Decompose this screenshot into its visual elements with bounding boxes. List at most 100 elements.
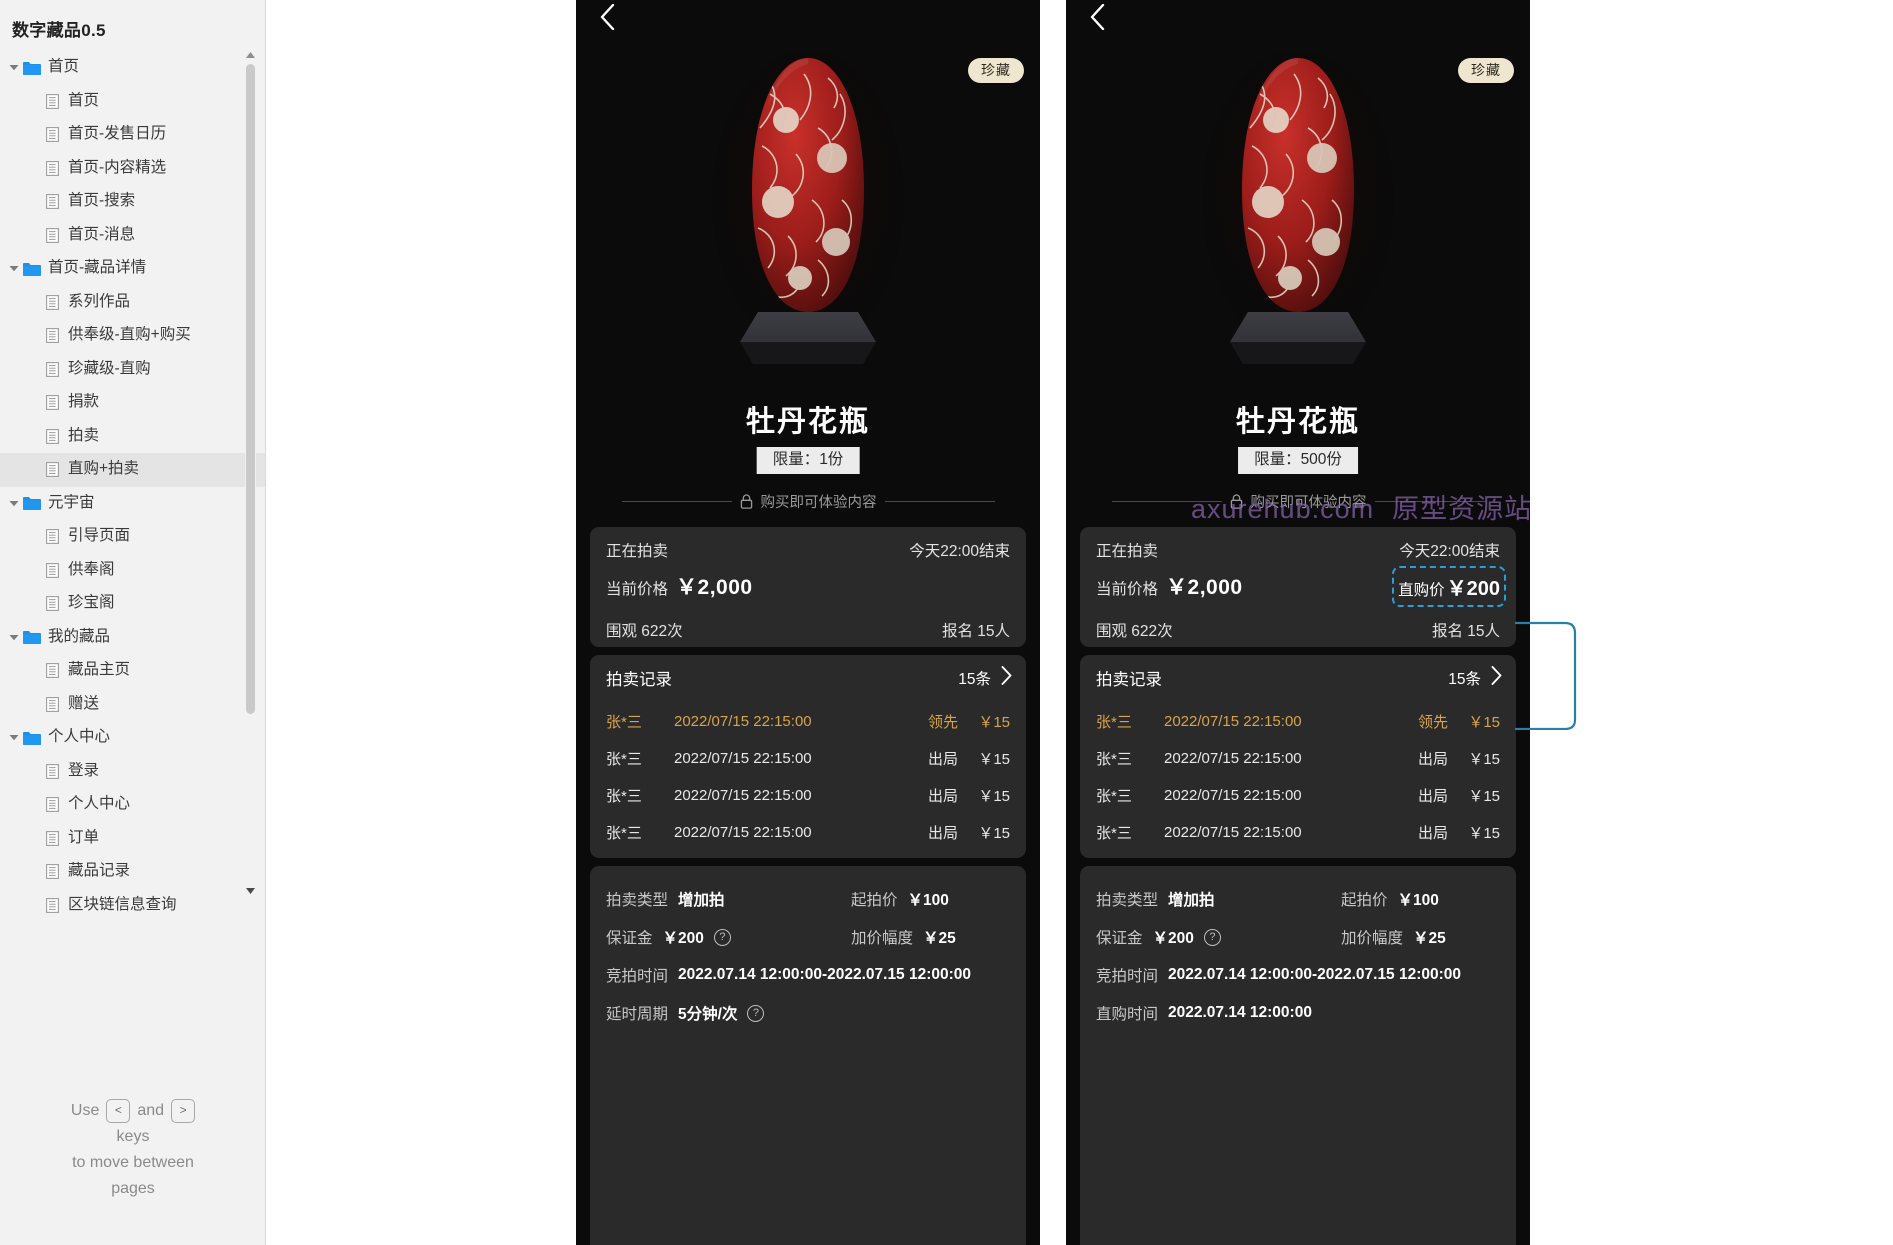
tree-item-首页-发售日历[interactable]: 首页-发售日历 <box>0 118 265 152</box>
page-icon <box>44 663 60 679</box>
increment-value: ￥25 <box>1413 930 1446 947</box>
chevron-right-icon[interactable] <box>1491 666 1502 690</box>
question-circle-icon[interactable]: ? <box>713 928 731 946</box>
tree-item-元宇宙[interactable]: 元宇宙 <box>0 487 265 521</box>
tree-item-label: 首页 <box>68 91 100 109</box>
tree-item-个人中心[interactable]: 个人中心 <box>0 721 265 755</box>
tree-item-label: 供奉阁 <box>68 560 115 578</box>
back-button[interactable] <box>1082 0 1112 34</box>
auction-records-card[interactable]: 拍卖记录 15条 张*三 2022/07/15 22:15:00 领先 ￥15 … <box>590 655 1026 858</box>
prev-page-key[interactable]: < <box>106 1099 131 1123</box>
page-icon <box>44 160 60 176</box>
divider-right <box>1374 500 1485 502</box>
record-user: 张*三 <box>606 825 642 842</box>
record-status: 出局 <box>1417 825 1448 842</box>
next-page-key-label: > <box>179 1103 187 1117</box>
buy-now-price[interactable]: 直购价 ￥200 <box>1392 565 1506 607</box>
record-user: 张*三 <box>1096 714 1132 731</box>
tree-item-label: 首页-搜索 <box>68 192 136 209</box>
tree-item-label: 订单 <box>68 828 100 846</box>
tree-item-label: 捐款 <box>68 393 100 410</box>
record-time: 2022/07/15 22:15:00 <box>1164 750 1302 767</box>
record-user: 张*三 <box>1096 788 1132 805</box>
chevron-down-icon[interactable] <box>6 634 22 641</box>
scroll-up-icon[interactable] <box>244 48 257 61</box>
divider-left <box>621 500 732 502</box>
hint-and-text: and <box>137 1102 165 1119</box>
auction-records-card[interactable]: 拍卖记录 15条 张*三 2022/07/15 22:15:00 领先 ￥15 … <box>1080 655 1516 858</box>
chevron-right-icon[interactable] <box>1001 666 1012 690</box>
back-button[interactable] <box>592 0 622 34</box>
tree-item-藏品记录[interactable]: 藏品记录 <box>0 855 265 889</box>
tree-item-首页-消息[interactable]: 首页-消息 <box>0 219 265 253</box>
tree-item-我的藏品[interactable]: 我的藏品 <box>0 621 265 655</box>
record-status: 出局 <box>927 788 958 805</box>
tree-item-直购+拍卖[interactable]: 直购+拍卖 <box>0 453 265 487</box>
page-icon <box>44 194 60 210</box>
auction-record-row: 张*三 2022/07/15 22:15:00 出局 ￥15 <box>606 814 1010 851</box>
auction-record-row: 张*三 2022/07/15 22:15:00 出局 ￥15 <box>606 740 1010 777</box>
record-time: 2022/07/15 22:15:00 <box>1164 824 1302 841</box>
record-user: 张*三 <box>1096 825 1132 842</box>
tree-item-label: 供奉级-直购+购买 <box>68 326 191 343</box>
tree-item-珍藏级-直购[interactable]: 珍藏级-直购 <box>0 353 265 387</box>
next-page-key[interactable]: > <box>171 1099 196 1123</box>
tree-item-登录[interactable]: 登录 <box>0 755 265 789</box>
sidebar-scroll-thumb[interactable] <box>246 64 255 714</box>
scroll-down-icon[interactable] <box>244 884 257 897</box>
tree-item-label: 我的藏品 <box>48 627 111 645</box>
tree-item-label: 引导页面 <box>68 527 131 544</box>
tree-item-label: 首页 <box>48 58 80 75</box>
buy-now-value: ￥200 <box>1446 577 1500 600</box>
tree-item-赠送[interactable]: 赠送 <box>0 688 265 722</box>
experience-note-row: 购买即可体验内容 <box>576 488 1040 514</box>
sidebar: 数字藏品0.5 首页 首页 首页-发售日历 首页-内容精选 首页-搜索 首页-消息 首页-藏… <box>0 0 266 1245</box>
chevron-down-icon[interactable] <box>6 64 22 71</box>
tree-item-label: 拍卖 <box>68 426 100 444</box>
page-icon <box>44 93 60 109</box>
chevron-down-icon[interactable] <box>6 265 22 272</box>
tree-item-个人中心[interactable]: 个人中心 <box>0 788 265 822</box>
tree-item-label: 区块链信息查询 <box>68 895 177 913</box>
tree-item-捐款[interactable]: 捐款 <box>0 386 265 420</box>
page-title: 牡丹花瓶 <box>745 406 870 438</box>
tree-item-首页-内容精选[interactable]: 首页-内容精选 <box>0 152 265 186</box>
tree-item-珍宝阁[interactable]: 珍宝阁 <box>0 587 265 621</box>
page-icon <box>44 227 60 243</box>
page-icon <box>44 562 60 578</box>
page-icon <box>44 361 60 377</box>
start-price-label: 起拍价 <box>1341 892 1388 909</box>
folder-icon <box>22 262 42 276</box>
tree-item-label: 首页-消息 <box>68 225 136 243</box>
tree-item-label: 首页-内容精选 <box>68 158 167 176</box>
page-tree[interactable]: 首页 首页 首页-发售日历 首页-内容精选 首页-搜索 首页-消息 首页-藏品详情 系列作品供… <box>0 51 265 922</box>
sidebar-title: 数字藏品0.5 <box>12 21 106 40</box>
tree-item-label: 个人中心 <box>48 728 111 745</box>
tree-item-label: 系列作品 <box>68 292 131 310</box>
chevron-down-icon[interactable] <box>6 500 22 507</box>
record-amount: ￥15 <box>978 788 1010 805</box>
tree-item-首页[interactable]: 首页 <box>0 85 265 119</box>
tree-item-拍卖[interactable]: 拍卖 <box>0 420 265 454</box>
deposit-value: ￥200 <box>662 930 704 947</box>
record-user: 张*三 <box>606 751 642 768</box>
last-row-value: 5分钟/次 <box>678 1006 738 1023</box>
tree-item-首页-搜索[interactable]: 首页-搜索 <box>0 185 265 219</box>
question-circle-icon[interactable]: ? <box>1203 928 1221 946</box>
tree-item-引导页面[interactable]: 引导页面 <box>0 520 265 554</box>
tree-item-首页-藏品详情[interactable]: 首页-藏品详情 <box>0 252 265 286</box>
auction-detail-card: 拍卖类型 增加拍 起拍价 ￥100 保证金 ￥200 ? 加价幅度 ￥25 竞拍… <box>1080 866 1516 1245</box>
tree-item-订单[interactable]: 订单 <box>0 822 265 856</box>
auction-state-label: 正在拍卖 <box>606 543 669 560</box>
page-icon <box>44 864 60 880</box>
tree-item-区块链信息查询[interactable]: 区块链信息查询 <box>0 889 265 923</box>
current-price-value: ￥2,000 <box>676 576 753 599</box>
tree-item-供奉阁[interactable]: 供奉阁 <box>0 554 265 588</box>
question-circle-icon[interactable]: ? <box>747 1004 765 1022</box>
tree-item-系列作品[interactable]: 系列作品 <box>0 286 265 320</box>
record-amount: ￥15 <box>1468 751 1500 768</box>
tree-item-藏品主页[interactable]: 藏品主页 <box>0 654 265 688</box>
chevron-down-icon[interactable] <box>6 734 22 741</box>
tree-item-首页[interactable]: 首页 <box>0 51 265 85</box>
tree-item-供奉级-直购+购买[interactable]: 供奉级-直购+购买 <box>0 319 265 353</box>
